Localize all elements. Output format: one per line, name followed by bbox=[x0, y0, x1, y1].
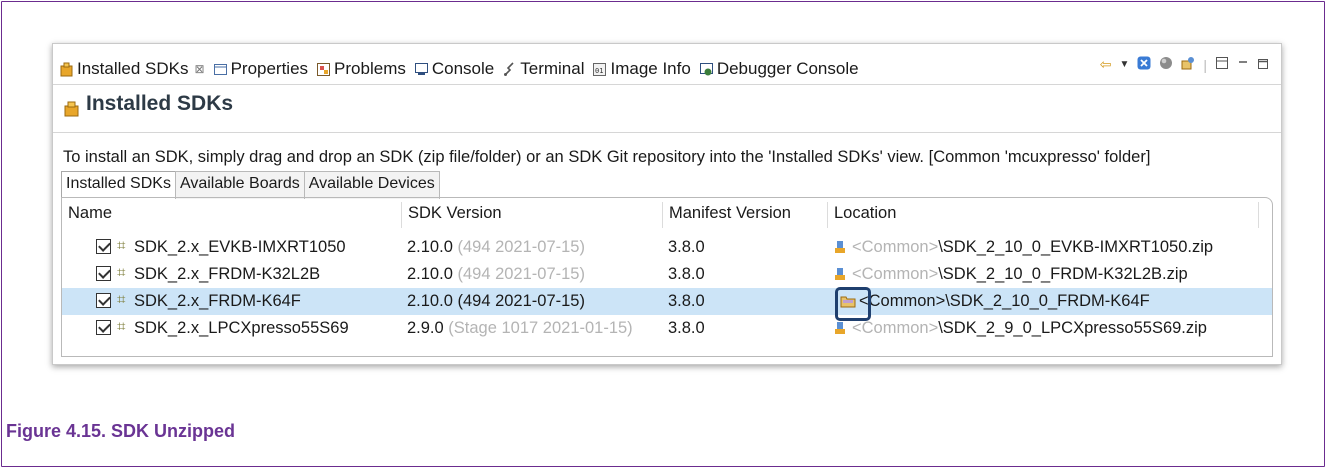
column-header-location[interactable]: Location bbox=[828, 204, 896, 223]
tab-debugger-console[interactable]: Debugger Console bbox=[699, 54, 859, 84]
location: <Common>\SDK_2_10_0_EVKB-IMXRT1050.zip bbox=[833, 238, 1213, 257]
column-divider bbox=[1258, 202, 1259, 228]
tab-console[interactable]: Console bbox=[414, 54, 494, 84]
location: <Common>\SDK_2_9_0_LPCXpresso55S69.zip bbox=[833, 319, 1207, 338]
sdk-package-icon: ⌗ bbox=[117, 237, 126, 254]
checkbox[interactable] bbox=[96, 239, 111, 254]
sdk-version: 2.10.0 (494 2021-07-15) bbox=[407, 292, 585, 310]
tab-label: Installed SDKs bbox=[77, 59, 189, 78]
terminal-icon bbox=[502, 61, 517, 77]
properties-icon bbox=[213, 62, 228, 77]
console-icon bbox=[414, 62, 429, 77]
remove-icon[interactable] bbox=[1137, 56, 1151, 73]
sdk-version: 2.10.0 (494 2021-07-15) bbox=[407, 265, 585, 283]
sdk-icon bbox=[63, 99, 80, 116]
page-title-text: Installed SDKs bbox=[86, 92, 234, 115]
sdk-icon bbox=[59, 62, 74, 77]
instructions-text: To install an SDK, simply drag and drop … bbox=[63, 148, 1151, 166]
sdk-name: SDK_2.x_FRDM-K64F bbox=[134, 292, 301, 310]
tabbar-divider bbox=[53, 84, 1281, 85]
tab-problems[interactable]: Problems bbox=[316, 54, 406, 84]
page-title: Installed SDKs bbox=[63, 92, 233, 116]
tab-label: Terminal bbox=[520, 59, 585, 78]
tab-installed-sdks-sub[interactable]: Installed SDKs bbox=[61, 171, 176, 199]
tab-label: Console bbox=[431, 59, 495, 78]
table-header: Name SDK Version Manifest Version Locati… bbox=[62, 198, 1272, 230]
table-row[interactable]: ⌗ SDK_2.x_EVKB-IMXRT1050 2.10.0 (494 202… bbox=[62, 234, 1272, 261]
dropdown-triangle-icon[interactable]: ▼ bbox=[1119, 59, 1129, 70]
tab-label: Properties bbox=[230, 59, 309, 78]
tab-available-devices[interactable]: Available Devices bbox=[303, 171, 440, 199]
sdk-table: Name SDK Version Manifest Version Locati… bbox=[61, 197, 1273, 357]
tab-properties[interactable]: Properties bbox=[213, 54, 308, 84]
location: <Common>\SDK_2_10_0_FRDM-K64F bbox=[840, 292, 1150, 311]
tab-available-boards[interactable]: Available Boards bbox=[174, 171, 305, 199]
tab-image-info[interactable]: 01 Image Info bbox=[592, 54, 691, 84]
sdk-name: SDK_2.x_LPCXpresso55S69 bbox=[134, 319, 349, 337]
view-toolbar: ⇦ ▼ | bbox=[1100, 56, 1269, 73]
svg-text:01: 01 bbox=[595, 67, 603, 75]
column-header-sdk-version[interactable]: SDK Version bbox=[402, 204, 502, 223]
toolbar-divider: | bbox=[1203, 56, 1207, 73]
tab-installed-sdks[interactable]: Installed SDKs ⊠ bbox=[59, 54, 205, 84]
close-icon[interactable]: ⊠ bbox=[195, 62, 205, 76]
maximize-icon[interactable] bbox=[1257, 57, 1269, 73]
column-header-name[interactable]: Name bbox=[62, 204, 112, 223]
installed-sdks-view: Installed SDKs ⊠ Properties Problems Con… bbox=[52, 43, 1282, 365]
zip-archive-icon bbox=[833, 321, 847, 335]
sdk-name: SDK_2.x_FRDM-K32L2B bbox=[134, 265, 321, 283]
tab-label: Image Info bbox=[610, 59, 691, 78]
sdk-version: 2.9.0 (Stage 1017 2021-01-15) bbox=[407, 319, 633, 337]
title-divider bbox=[53, 132, 1281, 133]
zip-archive-icon bbox=[833, 267, 847, 281]
image-info-icon: 01 bbox=[592, 62, 607, 77]
sdk-package-icon: ⌗ bbox=[117, 318, 126, 335]
checkbox[interactable] bbox=[96, 293, 111, 308]
location: <Common>\SDK_2_10_0_FRDM-K32L2B.zip bbox=[833, 265, 1188, 284]
tab-label: Problems bbox=[334, 59, 406, 78]
sdk-subtabs: Installed SDKs Available Boards Availabl… bbox=[61, 171, 440, 199]
checkbox[interactable] bbox=[96, 320, 111, 335]
tab-label: Debugger Console bbox=[716, 59, 859, 78]
figure-caption: Figure 4.15. SDK Unzipped bbox=[6, 421, 236, 441]
sdk-package-icon: ⌗ bbox=[117, 264, 126, 281]
manifest-version: 3.8.0 bbox=[668, 292, 705, 310]
problems-icon bbox=[316, 62, 331, 77]
view-tab-bar: Installed SDKs ⊠ Properties Problems Con… bbox=[53, 44, 1281, 84]
manifest-version: 3.8.0 bbox=[668, 319, 705, 337]
import-icon[interactable] bbox=[1181, 56, 1195, 73]
table-row-selected[interactable]: ⌗ SDK_2.x_FRDM-K64F 2.10.0 (494 2021-07-… bbox=[62, 288, 1272, 315]
tab-terminal[interactable]: Terminal bbox=[502, 54, 584, 84]
sdk-version: 2.10.0 (494 2021-07-15) bbox=[407, 238, 585, 256]
column-header-manifest-version[interactable]: Manifest Version bbox=[663, 204, 791, 223]
folder-icon-highlight bbox=[835, 287, 871, 321]
table-row[interactable]: ⌗ SDK_2.x_FRDM-K32L2B 2.10.0 (494 2021-0… bbox=[62, 261, 1272, 288]
globe-icon[interactable] bbox=[1159, 56, 1173, 73]
manifest-version: 3.8.0 bbox=[668, 238, 705, 256]
zip-archive-icon bbox=[833, 240, 847, 254]
back-arrow-icon[interactable]: ⇦ bbox=[1100, 56, 1112, 73]
view-menu-icon[interactable] bbox=[1215, 56, 1229, 73]
table-row[interactable]: ⌗ SDK_2.x_LPCXpresso55S69 2.9.0 (Stage 1… bbox=[62, 315, 1272, 342]
debugger-console-icon bbox=[699, 62, 714, 77]
sdk-name: SDK_2.x_EVKB-IMXRT1050 bbox=[134, 238, 346, 256]
sdk-package-icon: ⌗ bbox=[117, 291, 126, 308]
minimize-icon[interactable] bbox=[1237, 57, 1249, 73]
checkbox[interactable] bbox=[96, 266, 111, 281]
manifest-version: 3.8.0 bbox=[668, 265, 705, 283]
